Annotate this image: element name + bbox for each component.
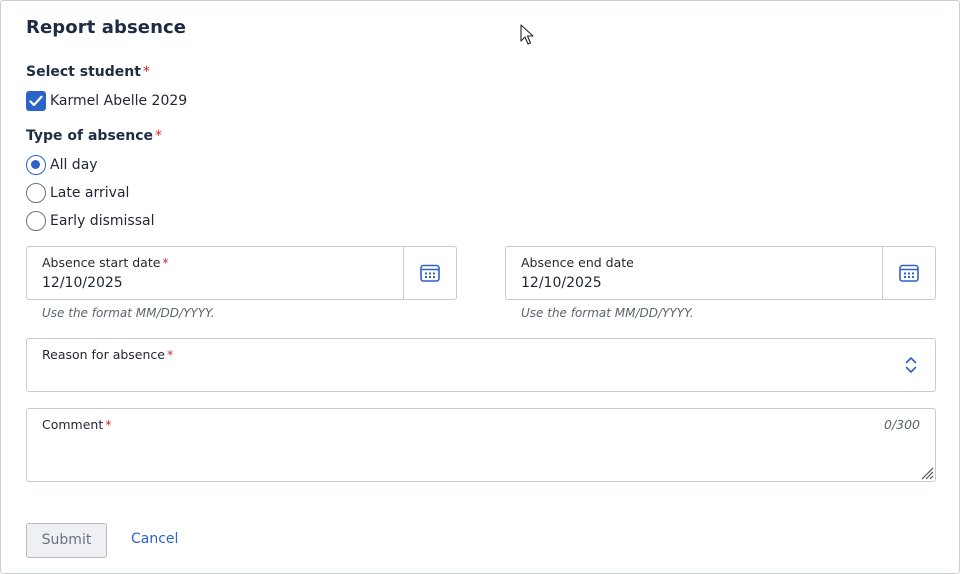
radio-early-dismissal-label: Early dismissal xyxy=(50,213,155,229)
radio-late-arrival[interactable]: Late arrival xyxy=(26,182,129,204)
calendar-icon xyxy=(420,264,440,282)
radio-all-day[interactable]: All day xyxy=(26,154,98,176)
required-mark: * xyxy=(155,128,163,144)
start-date-input[interactable]: 12/10/2025 xyxy=(42,275,123,291)
submit-button[interactable]: Submit xyxy=(26,523,107,558)
radio-late-arrival-button[interactable] xyxy=(26,183,46,203)
radio-all-day-button[interactable] xyxy=(26,155,46,175)
end-date-field[interactable]: Absence end date 12/10/2025 xyxy=(505,246,936,300)
required-mark: * xyxy=(105,417,112,432)
end-date-hint: Use the format MM/DD/YYYY. xyxy=(521,306,694,320)
comment-label: Comment * xyxy=(42,417,112,432)
radio-late-arrival-label: Late arrival xyxy=(50,185,130,201)
student-checkbox[interactable] xyxy=(26,91,46,111)
end-date-input[interactable]: 12/10/2025 xyxy=(521,275,602,291)
dialog-title: Report absence xyxy=(26,17,187,38)
required-mark: * xyxy=(162,255,169,270)
reason-select[interactable]: Reason for absence * xyxy=(26,338,936,392)
start-date-field[interactable]: Absence start date * 12/10/2025 xyxy=(26,246,457,300)
end-date-label: Absence end date xyxy=(521,255,634,270)
cancel-link[interactable]: Cancel xyxy=(131,531,178,547)
student-checkbox-row[interactable]: Karmel Abelle 2029 xyxy=(26,90,187,112)
student-checkbox-label: Karmel Abelle 2029 xyxy=(50,93,188,109)
start-date-hint: Use the format MM/DD/YYYY. xyxy=(42,306,215,320)
start-date-label: Absence start date * xyxy=(42,255,169,270)
checkmark-icon xyxy=(29,95,43,107)
end-date-calendar-button[interactable] xyxy=(882,247,935,299)
reason-label: Reason for absence * xyxy=(42,347,174,362)
start-date-calendar-button[interactable] xyxy=(403,247,456,299)
select-arrows-icon[interactable] xyxy=(905,356,917,374)
mouse-cursor-icon xyxy=(520,24,534,45)
required-mark: * xyxy=(142,64,150,80)
resize-grip-icon[interactable] xyxy=(920,466,934,480)
report-absence-dialog: Report absence Select student * Karmel Ab… xyxy=(0,0,960,574)
comment-char-counter: 0/300 xyxy=(883,417,920,432)
absence-type-label: Type of absence * xyxy=(26,128,163,144)
radio-early-dismissal[interactable]: Early dismissal xyxy=(26,210,154,232)
select-student-label: Select student * xyxy=(26,64,150,80)
calendar-icon xyxy=(899,264,919,282)
comment-textarea[interactable]: Comment * 0/300 xyxy=(26,408,936,482)
radio-all-day-label: All day xyxy=(50,157,98,173)
radio-early-dismissal-button[interactable] xyxy=(26,211,46,231)
required-mark: * xyxy=(166,347,174,362)
